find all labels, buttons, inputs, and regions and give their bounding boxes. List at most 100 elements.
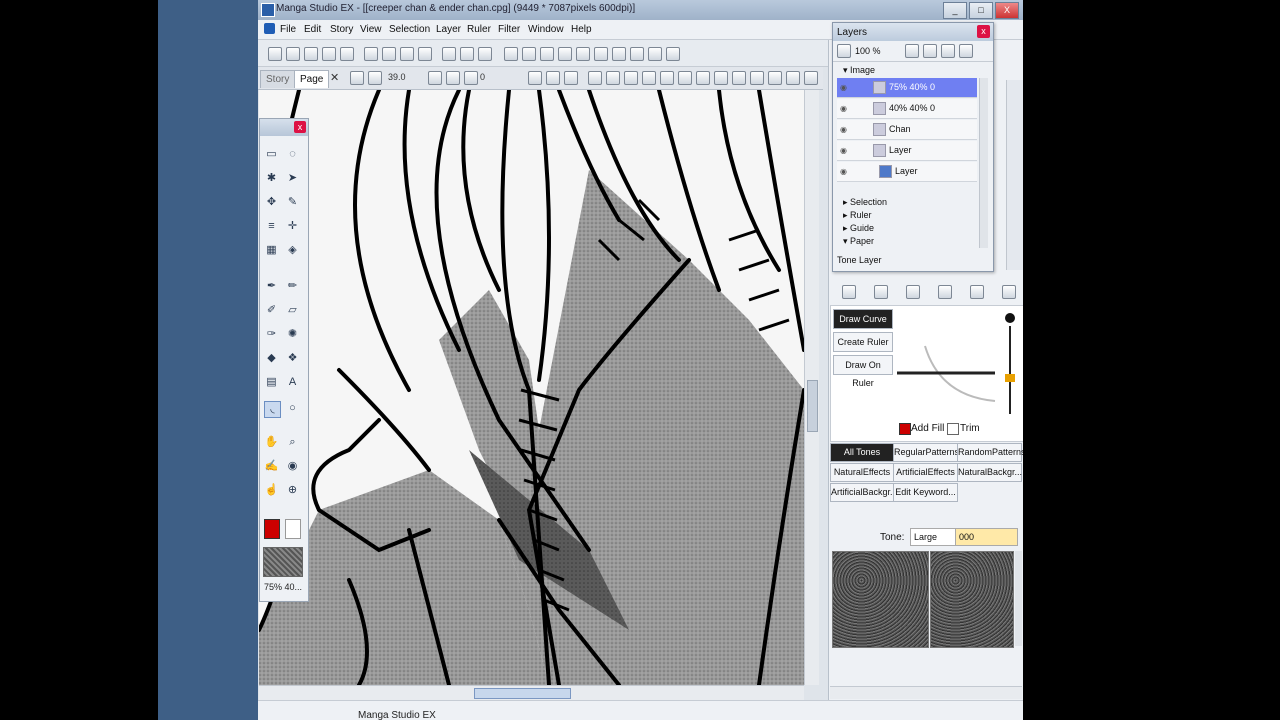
new-story-icon[interactable]	[286, 47, 300, 61]
flip-horizontal-icon[interactable]	[546, 71, 560, 85]
tab-regular-patterns[interactable]: RegularPatterns	[893, 443, 959, 462]
tab-natural-backgrounds[interactable]: NaturalBackgr...	[957, 463, 1022, 482]
document-menu-icon[interactable]	[264, 23, 275, 34]
tone-folder-select[interactable]: 000	[955, 528, 1018, 546]
gradient-tool-icon[interactable]: ▤	[264, 375, 279, 390]
view-actual-icon[interactable]	[540, 47, 554, 61]
close-tab-icon[interactable]: ✕	[330, 71, 339, 84]
view-zoom-tool-icon[interactable]: ⊕	[285, 483, 300, 498]
menu-edit[interactable]: Edit	[304, 24, 321, 35]
crop-icon[interactable]	[696, 71, 710, 85]
layer-property-icon[interactable]	[837, 44, 851, 58]
magic-wand-tool-icon[interactable]: ✱	[264, 171, 279, 186]
layers-scrollbar[interactable]	[979, 78, 988, 248]
background-color-swatch[interactable]	[285, 519, 301, 539]
tab-natural-effects[interactable]: NaturalEffects	[830, 463, 894, 482]
cut-icon[interactable]	[364, 47, 378, 61]
save-icon[interactable]	[322, 47, 336, 61]
marquee-tool-icon[interactable]: ▭	[264, 147, 279, 162]
zoom-field[interactable]: 39.0	[388, 72, 406, 82]
layer-options-icon[interactable]	[941, 44, 955, 58]
minimize-button[interactable]: _	[943, 2, 967, 19]
tools-palette-header[interactable]: x	[260, 119, 308, 136]
zoom-icon[interactable]	[368, 71, 382, 85]
menu-view[interactable]: View	[360, 24, 382, 35]
tab-artificial-effects[interactable]: ArtificialEffects	[893, 463, 958, 482]
new-page-icon[interactable]	[268, 47, 282, 61]
ruler-move-icon[interactable]	[1002, 285, 1016, 299]
zoom-tool-icon[interactable]: ⌕	[285, 435, 300, 450]
ruler-view-icon[interactable]	[612, 47, 626, 61]
ruler-snap-icon[interactable]	[768, 71, 782, 85]
move-tool-icon[interactable]: ✛	[285, 219, 300, 234]
rotate-left-icon[interactable]	[464, 71, 478, 85]
create-ruler-button[interactable]: Create Ruler	[833, 332, 893, 352]
menu-help[interactable]: Help	[571, 24, 592, 35]
view-print-icon[interactable]	[558, 47, 572, 61]
layers-window-header[interactable]: Layers x	[833, 23, 993, 41]
draw-on-ruler-button[interactable]: Draw On Ruler	[833, 355, 893, 388]
layer-folder-paper[interactable]: ▾ Paper	[843, 236, 983, 248]
ruler-line-icon[interactable]	[874, 285, 888, 299]
ruler-eraser-icon[interactable]	[970, 285, 984, 299]
guide-snap-icon[interactable]	[786, 71, 800, 85]
visibility-eye-icon[interactable]: ◉	[840, 146, 849, 155]
tab-all-tones[interactable]: All Tones	[830, 443, 894, 462]
visibility-eye-icon[interactable]: ◉	[840, 167, 849, 176]
layer-folder-selection[interactable]: ▸ Selection	[843, 197, 983, 209]
maximize-button[interactable]: □	[969, 2, 993, 19]
tone-thumbnail[interactable]	[832, 551, 929, 648]
brush-tool-icon[interactable]: ✑	[264, 327, 279, 342]
new-layer-icon[interactable]	[905, 44, 919, 58]
rotate-reset-icon[interactable]	[528, 71, 542, 85]
menu-window[interactable]: Window	[528, 24, 564, 35]
curve-tool-icon[interactable]: ◟	[264, 401, 281, 418]
folder-toggle-icon[interactable]: ▾	[843, 65, 850, 75]
eyedrop-color-tool-icon[interactable]: ✍	[264, 459, 279, 474]
ruler-pen-icon[interactable]	[842, 285, 856, 299]
pattern-brush-tool-icon[interactable]: ❖	[285, 351, 300, 366]
color-icon[interactable]	[576, 47, 590, 61]
menu-ruler[interactable]: Ruler	[467, 24, 491, 35]
layers-close-button[interactable]: x	[977, 25, 990, 38]
trim-checkbox[interactable]	[947, 423, 959, 435]
layer-folder-guide[interactable]: ▸ Guide	[843, 223, 983, 235]
layer-row[interactable]: ◉ Layer	[837, 162, 977, 182]
pencil-tool-icon[interactable]: ✏	[285, 279, 300, 294]
airbrush-tool-icon[interactable]: ✺	[285, 327, 300, 342]
selection-view-icon[interactable]	[642, 71, 656, 85]
menu-file[interactable]: File	[280, 24, 296, 35]
visibility-eye-icon[interactable]: ◉	[840, 104, 849, 113]
flip-vertical-icon[interactable]	[564, 71, 578, 85]
menu-selection[interactable]: Selection	[389, 24, 430, 35]
transform-icon[interactable]	[660, 71, 674, 85]
guide-icon[interactable]	[630, 47, 644, 61]
layer-move-tool-icon[interactable]: ✥	[264, 195, 279, 210]
lasso-tool-icon[interactable]: ◌	[285, 147, 300, 162]
layer-row[interactable]: ◉ Chan	[837, 120, 977, 140]
panel-tool-icon[interactable]: ◈	[285, 243, 300, 258]
delete-layer-icon[interactable]	[959, 44, 973, 58]
current-tone-preview[interactable]	[263, 547, 303, 577]
rotation-field[interactable]: 0	[480, 72, 485, 82]
draw-curve-button[interactable]: Draw Curve	[833, 309, 893, 329]
fit-icon[interactable]	[588, 71, 602, 85]
foreground-color-swatch[interactable]	[264, 519, 280, 539]
hand-tool-icon[interactable]: ✋	[264, 435, 279, 450]
copy-icon[interactable]	[382, 47, 396, 61]
tone-panel-scrollbar[interactable]	[830, 686, 1022, 699]
marker-tool-icon[interactable]: ✐	[264, 303, 279, 318]
clear-icon[interactable]	[418, 47, 432, 61]
fill-tool-icon[interactable]: ◆	[264, 351, 279, 366]
tools-close-button[interactable]: x	[294, 121, 306, 133]
smudge-tool-icon[interactable]: ☝	[264, 483, 279, 498]
undo-icon[interactable]	[460, 47, 474, 61]
new-folder-icon[interactable]	[923, 44, 937, 58]
tab-page[interactable]: Page	[294, 70, 330, 88]
ruler-curve-icon[interactable]	[906, 285, 920, 299]
hand-view-icon[interactable]	[350, 71, 364, 85]
edit-keyword-button[interactable]: Edit Keyword...	[893, 483, 958, 502]
ruler-tool-icon[interactable]: ≡	[264, 219, 279, 234]
tab-story[interactable]: Story	[260, 70, 296, 88]
layer-opacity-field[interactable]: 100 %	[855, 46, 881, 56]
